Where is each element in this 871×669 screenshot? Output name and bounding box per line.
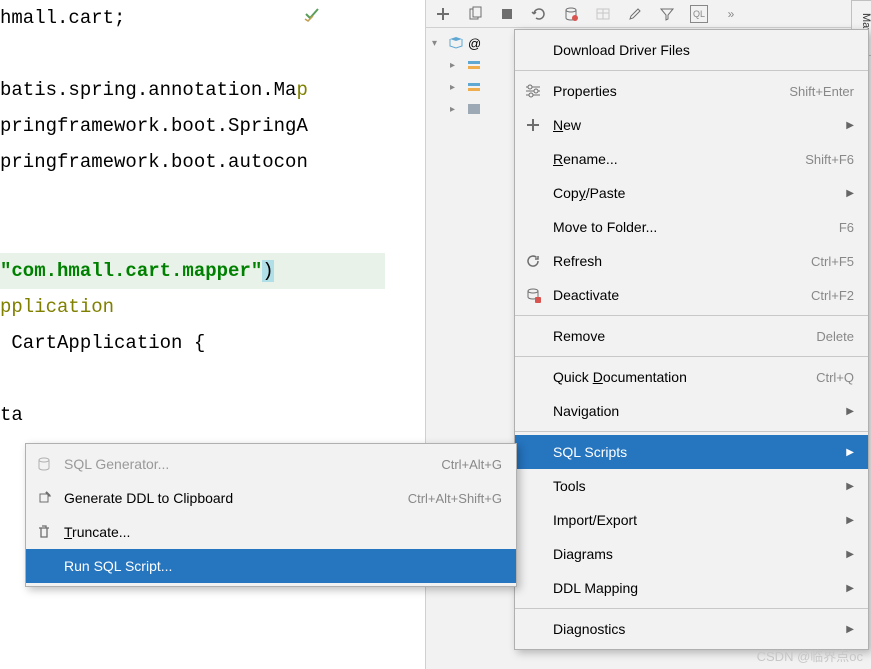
- blank-icon: [523, 218, 543, 236]
- datasource-node-icon: [448, 35, 464, 51]
- chevron-right-icon: ▶: [846, 188, 854, 199]
- trash-icon: [34, 523, 54, 541]
- menu-diagnostics[interactable]: Diagnostics ▶: [515, 612, 868, 646]
- refresh-icon[interactable]: [530, 5, 548, 23]
- blank-icon: [523, 184, 543, 202]
- blank-icon: [523, 620, 543, 638]
- blank-icon: [523, 579, 543, 597]
- blank-icon: [523, 477, 543, 495]
- refresh-icon: [523, 252, 543, 270]
- export-icon: [34, 489, 54, 507]
- submenu-generate-ddl[interactable]: Generate DDL to Clipboard Ctrl+Alt+Shift…: [26, 481, 516, 515]
- menu-quick-documentation[interactable]: Quick Documentation Ctrl+Q: [515, 360, 868, 394]
- chevron-down-icon[interactable]: ▾: [432, 38, 444, 49]
- menu-move-folder[interactable]: Move to Folder... F6: [515, 210, 868, 244]
- menu-sql-scripts[interactable]: SQL Scripts ▶: [515, 435, 868, 469]
- menu-separator: [515, 315, 868, 316]
- submenu-run-sql-script[interactable]: Run SQL Script...: [26, 549, 516, 583]
- menu-import-export[interactable]: Import/Export ▶: [515, 503, 868, 537]
- deactivate-icon: [523, 286, 543, 304]
- menu-separator: [515, 356, 868, 357]
- menu-separator: [515, 608, 868, 609]
- chevron-right-icon: ▶: [846, 549, 854, 560]
- menu-separator: [515, 431, 868, 432]
- database-icon: [34, 455, 54, 473]
- chevron-right-icon: ▶: [846, 583, 854, 594]
- menu-remove[interactable]: Remove Delete: [515, 319, 868, 353]
- chevron-right-icon: ▶: [846, 120, 854, 131]
- datasource-icon[interactable]: [562, 5, 580, 23]
- code-line-highlighted: "com.hmall.cart.mapper"): [0, 253, 385, 289]
- blank-icon: [523, 402, 543, 420]
- menu-properties[interactable]: Properties Shift+Enter: [515, 74, 868, 108]
- blank-icon: [523, 327, 543, 345]
- chevron-right-icon: ▶: [846, 624, 854, 635]
- blank-icon: [523, 443, 543, 461]
- menu-navigation[interactable]: Navigation ▶: [515, 394, 868, 428]
- submenu-truncate[interactable]: Truncate...: [26, 515, 516, 549]
- chevron-right-icon[interactable]: ▸: [450, 82, 462, 93]
- more-icon[interactable]: »: [722, 5, 740, 23]
- code-line: CartApplication {: [0, 325, 385, 361]
- blank-icon: [34, 557, 54, 575]
- collation-icon: [466, 101, 482, 117]
- code-line: pringframework.boot.SpringA: [0, 108, 385, 144]
- menu-rename[interactable]: Rename... Shift+F6: [515, 142, 868, 176]
- code-line: pringframework.boot.autocon: [0, 144, 385, 180]
- copy-icon[interactable]: [466, 5, 484, 23]
- context-submenu-sql-scripts: SQL Generator... Ctrl+Alt+G Generate DDL…: [25, 443, 517, 587]
- add-icon[interactable]: [434, 5, 452, 23]
- code-line: [0, 361, 385, 397]
- sliders-icon: [523, 82, 543, 100]
- filter-icon[interactable]: [658, 5, 676, 23]
- blank-icon: [523, 511, 543, 529]
- chevron-right-icon: ▶: [846, 515, 854, 526]
- plus-icon: [523, 116, 543, 134]
- code-line: ta: [0, 397, 385, 433]
- chevron-right-icon: ▶: [846, 406, 854, 417]
- chevron-right-icon: ▶: [846, 447, 854, 458]
- stop-icon[interactable]: [498, 5, 516, 23]
- chevron-right-icon[interactable]: ▸: [450, 104, 462, 115]
- blank-icon: [523, 41, 543, 59]
- context-menu-main: Download Driver Files Properties Shift+E…: [514, 29, 869, 650]
- menu-separator: [515, 70, 868, 71]
- watermark: CSDN @临界点oc: [757, 646, 863, 665]
- menu-tools[interactable]: Tools ▶: [515, 469, 868, 503]
- code-line: pplication: [0, 289, 385, 325]
- code-line: hmall.cart;: [0, 0, 385, 36]
- menu-refresh[interactable]: Refresh Ctrl+F5: [515, 244, 868, 278]
- menu-new[interactable]: New ▶: [515, 108, 868, 142]
- code-line: batis.spring.annotation.Map: [0, 72, 385, 108]
- schema-icon: [466, 57, 482, 73]
- tree-root-label: @: [468, 36, 481, 51]
- menu-ddl-mapping[interactable]: DDL Mapping ▶: [515, 571, 868, 605]
- blank-icon: [523, 545, 543, 563]
- code-line: [0, 217, 385, 253]
- menu-diagrams[interactable]: Diagrams ▶: [515, 537, 868, 571]
- blank-icon: [523, 150, 543, 168]
- menu-copy-paste[interactable]: Copy/Paste ▶: [515, 176, 868, 210]
- schema-icon: [466, 79, 482, 95]
- submenu-sql-generator[interactable]: SQL Generator... Ctrl+Alt+G: [26, 447, 516, 481]
- database-toolbar: QL »: [426, 0, 871, 28]
- menu-deactivate[interactable]: Deactivate Ctrl+F2: [515, 278, 868, 312]
- edit-icon[interactable]: [626, 5, 644, 23]
- code-line: [0, 36, 385, 72]
- gutter-status-icon[interactable]: [304, 6, 320, 22]
- chevron-right-icon[interactable]: ▸: [450, 60, 462, 71]
- code-line: [0, 180, 385, 216]
- menu-download-driver[interactable]: Download Driver Files: [515, 33, 868, 67]
- ql-icon[interactable]: QL: [690, 5, 708, 23]
- blank-icon: [523, 368, 543, 386]
- chevron-right-icon: ▶: [846, 481, 854, 492]
- table-icon[interactable]: [594, 5, 612, 23]
